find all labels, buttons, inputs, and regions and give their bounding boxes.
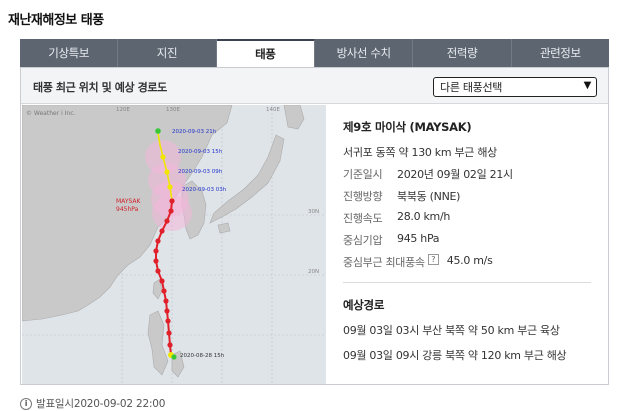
info-label: 진행방향	[343, 190, 383, 203]
tab-power[interactable]: 전력량	[413, 39, 512, 67]
info-row-speed: 진행속도 28.0 km/h	[343, 210, 599, 226]
info-value: 945 hPa	[397, 232, 440, 245]
info-value: 45.0 m/s	[446, 254, 493, 267]
lat-label-20: 20N	[308, 269, 319, 275]
lat-label-30: 30N	[308, 209, 319, 215]
lon-label-130: 130E	[166, 107, 180, 113]
forecast-item: 09월 03일 03시 부산 북쪽 약 50 km 부근 육상	[343, 324, 560, 337]
info-label: 중심기압	[343, 234, 383, 247]
forecast-item: 09월 03일 09시 강릉 북쪽 약 120 km 부근 해상	[343, 349, 567, 362]
chevron-down-icon: ▼	[583, 80, 592, 91]
track-label-3: 2020-09-03 09h	[178, 169, 223, 175]
info-value: 28.0 km/h	[397, 210, 451, 223]
info-row-direction: 진행방향 북북동 (NNE)	[343, 188, 599, 204]
info-row-max-wind: 중심부근 최대풍속 ? 45.0 m/s	[343, 254, 599, 270]
map-copyright: © Weather i Inc.	[26, 110, 76, 117]
info-row-pressure: 중심기압 945 hPa	[343, 232, 599, 248]
info-label: 진행속도	[343, 212, 383, 225]
typhoon-select[interactable]: 다른 태풍선택 ▼	[433, 77, 597, 97]
typhoon-info: 제9호 마이삭 (MAYSAK) 서귀포 동쪽 약 130 km 부근 해상 기…	[343, 119, 599, 363]
issued-footer: i 발표일시2020-09-02 22:00	[20, 396, 165, 411]
track-label-2: 2020-09-03 15h	[178, 149, 223, 155]
track-label-4: 2020-09-03 03h	[182, 187, 227, 193]
panel-header: 태풍 최근 위치 및 예상 경로도 다른 태풍선택 ▼	[21, 68, 608, 104]
storm-pressure-label: 945hPa	[116, 206, 139, 213]
storm-name-label: MAYSAK	[116, 198, 142, 205]
lon-label-120: 120E	[116, 107, 130, 113]
tab-radiation[interactable]: 방사선 수치	[315, 39, 414, 67]
tab-bar: 기상특보 지진 태풍 방사선 수치 전력량 관련정보	[20, 39, 609, 67]
divider	[343, 282, 591, 283]
typhoon-select-value: 다른 태풍선택	[440, 81, 503, 94]
info-label: 기준일시	[343, 168, 383, 181]
track-label-5: 2020-08-28 15h	[180, 353, 225, 359]
lon-label-140: 140E	[266, 107, 280, 113]
help-icon[interactable]: ?	[427, 254, 439, 265]
tab-related-info[interactable]: 관련정보	[512, 39, 609, 67]
tab-earthquake[interactable]: 지진	[118, 39, 217, 67]
info-value: 북북동 (NNE)	[397, 190, 461, 203]
typhoon-track-map[interactable]: © Weather i Inc. 120E 130E 140E 30N 20N …	[22, 105, 326, 384]
page-title: 재난재해정보 태풍	[8, 13, 104, 28]
map-svg: © Weather i Inc. 120E 130E 140E 30N 20N …	[22, 105, 326, 384]
typhoon-name: 제9호 마이삭 (MAYSAK)	[343, 120, 472, 134]
forecast-title: 예상경로	[343, 298, 385, 312]
info-value: 2020년 09월 02일 21시	[397, 168, 513, 181]
info-icon: i	[20, 397, 32, 410]
info-row-time: 기준일시 2020년 09월 02일 21시	[343, 166, 599, 182]
typhoon-location: 서귀포 동쪽 약 130 km 부근 해상	[343, 146, 497, 159]
info-label: 중심부근 최대풍속	[343, 256, 425, 269]
panel-title: 태풍 최근 위치 및 예상 경로도	[33, 81, 167, 94]
typhoon-panel: 태풍 최근 위치 및 예상 경로도 다른 태풍선택 ▼ © Weather i …	[20, 67, 609, 385]
issued-time: 발표일시2020-09-02 22:00	[36, 398, 166, 410]
tab-typhoon[interactable]: 태풍	[216, 39, 315, 67]
track-label-1: 2020-09-03 21h	[172, 129, 217, 135]
tab-weather-warning[interactable]: 기상특보	[20, 39, 119, 67]
